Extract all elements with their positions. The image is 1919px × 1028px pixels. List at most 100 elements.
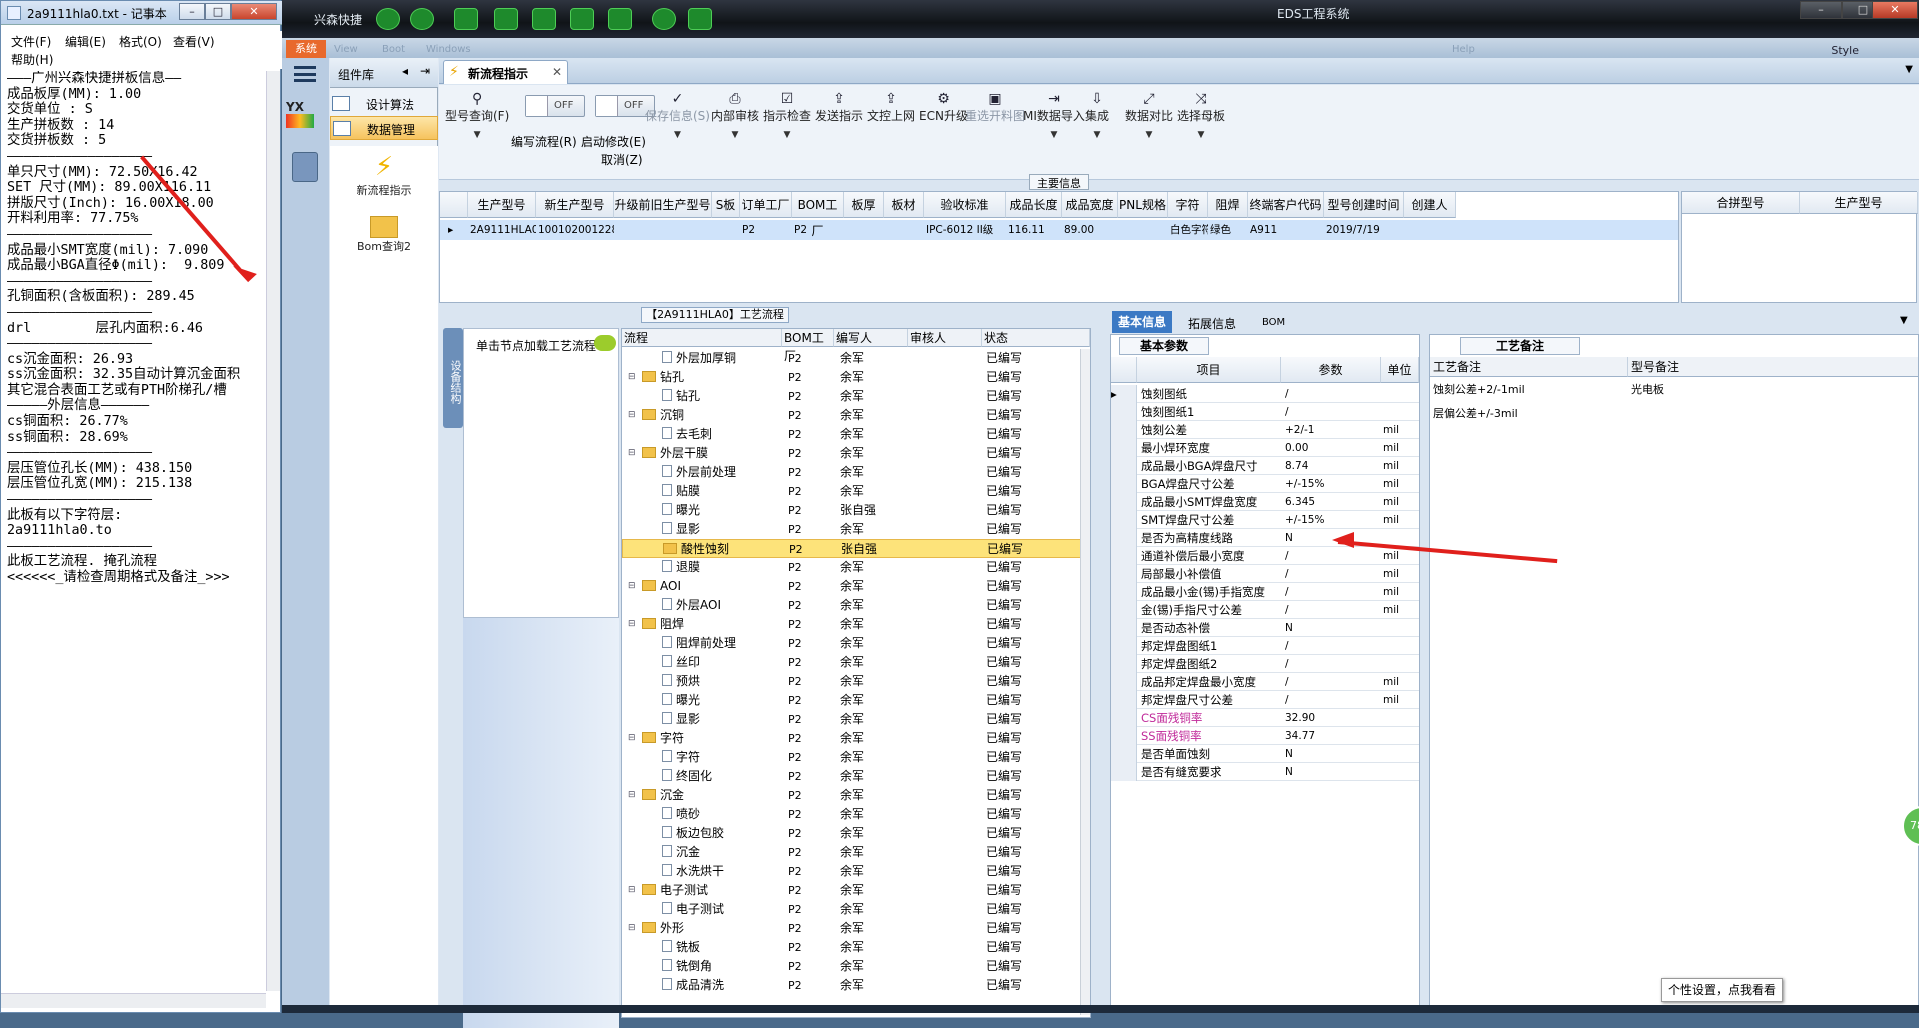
grid-column-header[interactable]: 成品长度 (1006, 192, 1062, 218)
grid-cell[interactable]: 116.11 (1006, 220, 1062, 240)
tree-column-header[interactable]: BOM工厂 (782, 329, 834, 363)
tab-extended-info[interactable]: 拓展信息 (1188, 315, 1236, 332)
tab-basic-info[interactable]: 基本信息 (1112, 311, 1172, 333)
grid-column-header[interactable]: PNL规格 (1118, 192, 1168, 218)
toolbar-button[interactable]: ⚙ ECN升级 (919, 91, 968, 124)
menu-edit[interactable]: 编辑(E) (65, 33, 106, 50)
process-row[interactable]: ⊟ 沉金 P2 余军 已编写 (622, 786, 1090, 805)
chevron-down-icon[interactable]: ▼ (645, 130, 710, 140)
tab-new-process[interactable]: ⚡ 新流程指示 ✕ (443, 60, 568, 84)
col-unit-header[interactable]: 单位 (1381, 357, 1419, 383)
process-row[interactable]: 外层AOI P2 余军 已编写 (622, 596, 1090, 615)
grid-cell[interactable] (1404, 220, 1456, 240)
menu-view[interactable]: 查看(V) (173, 33, 215, 50)
process-row[interactable]: 去毛刺 P2 余军 已编写 (622, 425, 1090, 444)
process-row[interactable]: 字符 P2 余军 已编写 (622, 748, 1090, 767)
tree-collapse-icon[interactable]: ⊟ (628, 919, 636, 938)
toolbar-button[interactable]: ⇪ 发送指示 (815, 91, 863, 124)
process-row[interactable]: 水洗烘干 P2 余军 已编写 (622, 862, 1090, 881)
chat-bubble-icon[interactable] (594, 335, 616, 351)
menu-file[interactable]: 文件(F) (11, 33, 51, 50)
chevron-down-icon[interactable]: ▼ (1125, 130, 1173, 140)
chevron-down-icon[interactable]: ▼ (711, 130, 759, 140)
yx-logo-icon[interactable]: YX (286, 100, 326, 138)
chevron-down-icon[interactable]: ▼ (1905, 64, 1913, 75)
process-tree-grid[interactable]: 流程 BOM工厂 编写人 审核人 状态 外层加厚铜 P2 余军 已编写 ⊟ 钻孔 P2 余军 已编写 钻孔 P… (621, 328, 1091, 1018)
param-row[interactable]: SMT焊盘尺寸公差 +/-15% mil (1111, 511, 1419, 529)
param-value[interactable]: / (1285, 691, 1289, 709)
notepad-horizontal-scrollbar[interactable] (1, 993, 266, 1008)
process-row[interactable]: ⊟ 沉铜 P2 余军 已编写 (622, 406, 1090, 425)
param-row[interactable]: 成品最小SMT焊盘宽度 6.345 mil (1111, 493, 1419, 511)
hamburger-icon[interactable] (294, 66, 316, 82)
toolbar-button[interactable]: ⎙ 内部审核 ▼ (711, 91, 759, 140)
process-row[interactable]: ⊟ 外形 P2 余军 已编写 (622, 919, 1090, 938)
process-row[interactable]: 预烘 P2 余军 已编写 (622, 672, 1090, 691)
notepad-text-area[interactable]: ———广州兴森快捷拼板信息—— 成品板厚(MM): 1.00 交货单位 : S 生产拼… (7, 71, 265, 991)
process-row[interactable]: ⊟ 阻焊 P2 余军 已编写 (622, 615, 1090, 634)
calculator-icon[interactable] (292, 152, 318, 182)
process-row[interactable]: 板边包胶 P2 余军 已编写 (622, 824, 1090, 843)
chevron-down-icon[interactable]: ▼ (445, 130, 509, 140)
grid-column-header[interactable]: 型号创建时间 (1324, 192, 1404, 218)
grid-cell[interactable]: 89.00 (1062, 220, 1118, 240)
merge-model-grid[interactable]: 合拼型号 生产型号 (1681, 191, 1918, 303)
process-row[interactable]: 退膜 P2 余军 已编写 (622, 558, 1090, 577)
user-icon[interactable] (652, 8, 676, 30)
toolbar-button[interactable]: ⇥ MI数据导入 ▼ (1023, 91, 1085, 140)
process-row[interactable]: 电子测试 P2 余军 已编写 (622, 900, 1090, 919)
grid-cell[interactable] (884, 220, 924, 240)
new-process-shortcut[interactable]: ⚡ 新流程指示 (330, 152, 438, 198)
grid-column-header[interactable]: 生产型号 (468, 192, 536, 218)
chevron-down-icon[interactable]: ▼ (1900, 315, 1908, 326)
param-row[interactable]: 是否有缝宽要求 N (1111, 763, 1419, 781)
grid-cell[interactable] (844, 220, 884, 240)
process-row[interactable]: 外层前处理 P2 余军 已编写 (622, 463, 1090, 482)
toolbar-button[interactable]: ⇪ 文控上网 (867, 91, 915, 124)
process-row[interactable]: 铣板 P2 余军 已编写 (622, 938, 1090, 957)
grid-column-header[interactable]: 终端客户代码 (1248, 192, 1324, 218)
param-value[interactable]: 0.00 (1285, 439, 1308, 457)
close-button[interactable]: ✕ (231, 3, 277, 20)
grid-column-header[interactable]: 升级前旧生产型号 (614, 192, 712, 218)
app-minimize-button[interactable]: – (1800, 1, 1842, 19)
grid-cell[interactable]: 2019/7/19 (1324, 220, 1404, 240)
param-value[interactable]: / (1285, 547, 1289, 565)
process-row[interactable]: 酸性蚀刻 P2 张自强 已编写 (622, 539, 1090, 558)
minimize-button[interactable]: – (179, 3, 205, 20)
param-row[interactable]: CS面残铜率 32.90 (1111, 709, 1419, 727)
tree-vertical-scrollbar[interactable] (1080, 349, 1090, 1015)
param-value[interactable]: / (1285, 565, 1289, 583)
toolbar-button[interactable]: ☑ 指示检查 ▼ (763, 91, 811, 140)
param-row[interactable]: 通道补偿后最小宽度 / mil (1111, 547, 1419, 565)
param-value[interactable]: 32.90 (1285, 709, 1315, 727)
bom-query-shortcut[interactable]: Bom查询2 (330, 216, 438, 254)
param-row[interactable]: 局部最小补偿值 / mil (1111, 565, 1419, 583)
chevron-down-icon[interactable]: ▼ (1085, 130, 1109, 140)
grid-cell[interactable]: 2A9111HLA0 (468, 220, 536, 240)
grid-column-header[interactable]: 新生产型号 (536, 192, 614, 218)
process-row[interactable]: 曝光 P2 余军 已编写 (622, 691, 1090, 710)
tree-column-header[interactable]: 流程 (622, 329, 782, 347)
tree-collapse-icon[interactable]: ⊟ (628, 577, 636, 596)
grid-column-header[interactable]: 板厚 (844, 192, 884, 218)
col-item-header[interactable]: 项目 (1137, 357, 1281, 383)
pin-icon[interactable]: ⇥ (420, 64, 430, 78)
param-value[interactable]: 6.345 (1285, 493, 1315, 511)
tree-column-header[interactable]: 编写人 (834, 329, 908, 347)
cancel-button[interactable]: 取消(Z) (601, 151, 643, 168)
grid-column-header[interactable]: BOM工厂 (792, 192, 844, 238)
personal-settings-tooltip[interactable]: 个性设置，点我看看 (1661, 978, 1783, 1002)
toolbar-button[interactable]: ⤨ 选择母板 ▼ (1177, 91, 1225, 140)
param-row[interactable]: 邦定焊盘图纸2 / (1111, 655, 1419, 673)
process-row[interactable]: 阻焊前处理 P2 余军 已编写 (622, 634, 1090, 653)
component-item-data[interactable]: 数据管理 (330, 116, 438, 140)
param-value[interactable]: +2/-1 (1285, 421, 1315, 439)
process-row[interactable]: 显影 P2 余军 已编写 (622, 710, 1090, 729)
grid-icon[interactable] (454, 8, 478, 30)
process-row[interactable]: ⊟ 电子测试 P2 余军 已编写 (622, 881, 1090, 900)
process-row[interactable]: ⊟ 字符 P2 余军 已编写 (622, 729, 1090, 748)
grid-cell[interactable]: P2 (740, 220, 792, 240)
grid-cell[interactable]: 白色字符 (1168, 220, 1208, 240)
process-row[interactable]: 显影 P2 余军 已编写 (622, 520, 1090, 539)
